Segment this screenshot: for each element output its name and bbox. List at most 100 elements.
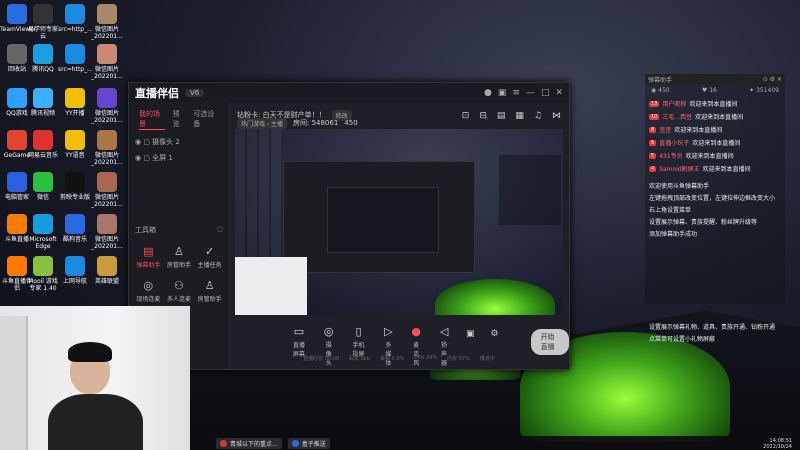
close-icon[interactable]: ✕ — [555, 88, 563, 98]
desktop-icon[interactable]: 上网导航 — [58, 256, 92, 285]
danmu-username[interactable]: 直播小伙子 — [659, 138, 689, 147]
help-line: 点菜单可设置小礼物屏蔽 — [649, 336, 716, 343]
desktop-icon[interactable]: 微信图片_202201... — [90, 130, 124, 166]
screen-capture-button[interactable]: ▭ 直播屏幕 — [291, 325, 307, 358]
menu-icon[interactable]: ≡ — [512, 88, 520, 98]
tab-preview[interactable]: 预览 — [173, 109, 186, 130]
lock-icon[interactable]: ⊟ — [479, 111, 487, 121]
category-chip[interactable]: 热门游戏 - 主播 — [237, 117, 287, 129]
gift-icon[interactable]: ⊡ — [462, 111, 470, 121]
desktop-icon[interactable]: 剪映专业版 — [58, 172, 92, 201]
fans-count: 450 — [344, 119, 358, 127]
bell-icon[interactable]: ♫ — [534, 111, 542, 121]
danmu-message: 13 用户昵称 欢迎来到本直播间 — [645, 97, 785, 110]
desktop-icon[interactable]: 微信图片_202201... — [90, 88, 124, 124]
app-icon — [65, 214, 85, 234]
camera-icon: ◎ — [323, 325, 334, 338]
danmu-username[interactable]: 用户昵称 — [662, 99, 686, 108]
stream-preview[interactable] — [235, 129, 563, 315]
tab-devices[interactable]: 可选设备 — [193, 109, 219, 130]
start-stream-button[interactable]: 开始直播 — [530, 329, 569, 355]
toolbox-item[interactable]: ◎ 现场连麦 — [133, 279, 164, 303]
taskbar-clock[interactable]: 14:08:51 2022/10/24 — [763, 438, 792, 450]
danmu-assistant-panel: 弹幕助手 ⊙ ⚙ ✕ ◉ 450 ♥ 16 ✦ 351409 13 用户昵称 欢迎来… — [645, 74, 785, 304]
taskbar-label: 盒子推送 — [301, 440, 326, 448]
desktop-icon[interactable]: 英雄联盟 — [90, 256, 124, 285]
danmu-message-list: 13 用户昵称 欢迎来到本直播间 10 三毛...西豆 欢迎来到本直播间 8 歪歪 欢迎来到本直… — [645, 97, 785, 175]
status-item: CPU 29% — [414, 355, 438, 361]
desktop-icon[interactable]: Mooil 游戏专家 1.40 — [26, 256, 60, 292]
tab-my-scenes[interactable]: 我的场景 — [139, 109, 165, 130]
settings-icon[interactable]: ⚙ — [490, 329, 498, 339]
taskbar-item-box[interactable]: 盒子推送 — [287, 437, 330, 449]
desktop-icon[interactable]: 微信图片_202201... — [90, 172, 124, 208]
desktop-icon-label: 微信图片_202201... — [91, 194, 123, 208]
danmu-close-icon[interactable]: ✕ — [777, 76, 782, 83]
minimize-icon[interactable]: — — [526, 88, 535, 98]
taskbar-label: 青城以下的重点... — [230, 440, 278, 448]
tool-icon: ♙ — [204, 279, 215, 292]
fan-level-badge: 10 — [649, 113, 660, 120]
room-id: 房间: 548061 — [292, 119, 339, 127]
desktop-icon[interactable]: YY语音 — [58, 130, 92, 159]
app-icon — [65, 4, 85, 24]
taskbar-item-browser[interactable]: 青城以下的重点... — [216, 437, 282, 449]
stat-value: 351409 — [756, 87, 779, 94]
speaker-icon: ◁ — [439, 325, 449, 338]
taskbar: 青城以下的重点... 盒子推送 — [190, 436, 800, 450]
avatar[interactable]: ● — [484, 88, 492, 98]
toolbox-title: 工具箱 — [135, 226, 156, 234]
pin-icon[interactable]: ⊙ — [763, 76, 770, 83]
desktop-icon[interactable]: src=http_... — [58, 4, 93, 33]
app-icon — [65, 88, 85, 108]
app-icon — [33, 214, 53, 234]
danmu-username[interactable]: 431专员 — [659, 151, 682, 160]
layout-icon[interactable]: ▤ — [497, 111, 506, 121]
danmu-username[interactable]: Samoid刷屏王 — [659, 164, 699, 173]
app-icon — [97, 88, 117, 108]
preview-tent — [435, 279, 555, 315]
app-icon — [97, 214, 117, 234]
desktop-icon[interactable]: YY开播 — [58, 88, 92, 117]
desktop-icon[interactable]: Microsoft Edge — [26, 214, 60, 250]
danmu-message: 4 Samoid刷屏王 欢迎来到本直播间 — [645, 162, 785, 175]
scene-item-camera[interactable]: ◉ ▢ 摄像头 2 — [129, 134, 229, 150]
desktop-icon[interactable]: 易学师专家云 — [26, 4, 60, 40]
grid-icon[interactable]: ▦ — [515, 111, 524, 121]
desktop-icon-label: YY开播 — [65, 110, 85, 117]
desktop-icon[interactable]: 微信图片_202201... — [90, 44, 124, 80]
desktop-icon[interactable]: 微信图片_202201... — [90, 4, 124, 40]
maximize-icon[interactable]: □ — [541, 88, 550, 98]
desktop-icon[interactable]: 微信 — [26, 172, 60, 201]
scene-item-fullscreen[interactable]: ◉ ▢ 全屏 1 — [129, 150, 229, 166]
desktop-icon-label: 微信图片_202201... — [91, 26, 123, 40]
main-area: 钻粉卡: 白天不是财产单！！ 修改 热门游戏 - 主播 房间: 548061 4… — [229, 103, 569, 369]
skin-icon[interactable]: ▣ — [498, 88, 507, 98]
app-icon — [33, 44, 53, 64]
desktop-icon[interactable]: 腾讯视频 — [26, 88, 60, 117]
toolbox-item[interactable]: ▤ 弹幕助手 — [133, 245, 164, 269]
desktop-icon[interactable]: 腾讯QQ — [26, 44, 60, 73]
app-icon — [33, 172, 53, 192]
desktop-icon[interactable]: 酷狗音乐 — [58, 214, 92, 243]
toolbox-item[interactable]: ⚇ 多人连麦 — [164, 279, 195, 303]
nested-danmu — [499, 155, 561, 225]
toolbox-item[interactable]: ✓ 主播任务 — [194, 245, 225, 269]
fan-level-badge: 8 — [649, 126, 657, 133]
share-icon[interactable]: ⋈ — [552, 111, 561, 121]
desktop-icon[interactable]: 网易云音乐 — [26, 130, 60, 159]
danmu-settings-icon[interactable]: ⚙ — [770, 76, 777, 83]
desktop-icon-label: 易学师专家云 — [27, 26, 58, 40]
phone-cast-button[interactable]: ▯ 手机投屏 — [351, 325, 367, 358]
desktop-icon[interactable]: 微信图片_202201... — [90, 214, 124, 250]
help-line: 设置展示弹幕、贵族提醒、粉丝牌升级等 — [649, 219, 758, 226]
toolbox-item[interactable]: ♙ 房管助手 — [194, 279, 225, 303]
desktop-icon[interactable]: src=http_... — [58, 44, 93, 73]
danmu-username[interactable]: 歪歪 — [659, 125, 671, 134]
toolbox-settings-icon[interactable]: ◌ — [217, 225, 223, 235]
record-icon[interactable]: ▣ — [466, 329, 475, 339]
danmu-username[interactable]: 三毛...西豆 — [662, 112, 692, 121]
app-icon — [291, 439, 299, 447]
danmu-title: 弹幕助手 — [648, 76, 673, 84]
toolbox-item[interactable]: ♙ 房管助手 — [164, 245, 195, 269]
